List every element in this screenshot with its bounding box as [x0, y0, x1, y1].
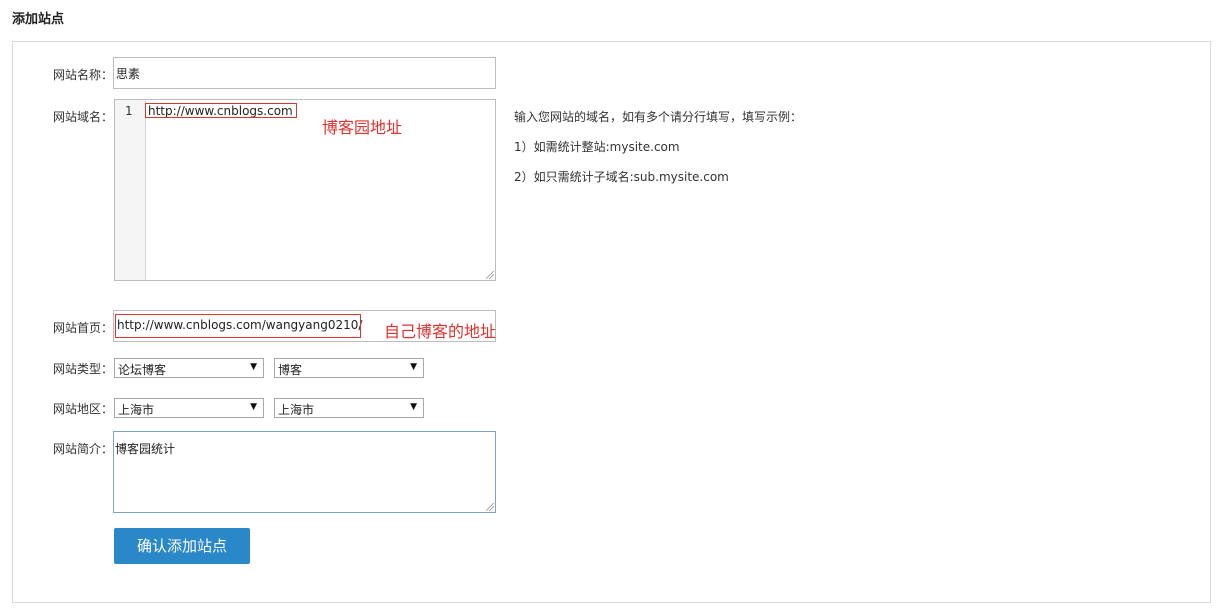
submit-add-site-button[interactable]: 确认添加站点: [114, 528, 250, 564]
site-type-primary-value: 论坛博客: [118, 363, 167, 377]
resize-grip-icon[interactable]: [486, 271, 494, 279]
site-type-secondary-value: 博客: [278, 363, 303, 377]
city-value: 上海市: [278, 403, 315, 417]
caret-down-icon: ▼: [250, 402, 257, 412]
site-name-label: 网站名称：: [53, 68, 114, 82]
line-number-gutter: 1: [115, 100, 146, 280]
caret-down-icon: ▼: [410, 402, 417, 412]
site-intro-value: 博客园统计: [115, 442, 176, 456]
resize-grip-icon[interactable]: [486, 503, 494, 511]
province-select[interactable]: 上海市 ▼: [114, 398, 264, 418]
caret-down-icon: ▼: [250, 362, 257, 372]
site-type-primary-select[interactable]: 论坛博客 ▼: [114, 358, 264, 378]
site-type-label: 网站类型：: [53, 362, 114, 376]
site-region-label: 网站地区：: [53, 402, 114, 416]
homepage-highlight-box: [115, 314, 361, 338]
site-name-input[interactable]: 思素: [113, 57, 496, 89]
page-title: 添加站点: [12, 12, 65, 27]
city-select[interactable]: 上海市 ▼: [274, 398, 424, 418]
site-intro-label: 网站简介：: [53, 442, 114, 456]
domain-annotation: 博客园地址: [322, 118, 403, 137]
domain-help-example-1: 1）如需统计整站:mysite.com: [514, 140, 680, 154]
province-value: 上海市: [118, 403, 155, 417]
domain-help-intro: 输入您网站的域名，如有多个请分行填写，填写示例：: [514, 110, 803, 124]
domain-help-example-2: 2）如只需统计子域名:sub.mysite.com: [514, 170, 729, 184]
site-intro-textarea[interactable]: 博客园统计: [113, 431, 496, 513]
caret-down-icon: ▼: [410, 362, 417, 372]
site-domain-editor[interactable]: 1 http://www.cnblogs.com: [114, 99, 496, 281]
site-domain-label: 网站域名：: [53, 110, 114, 124]
line-number: 1: [125, 104, 133, 118]
site-type-secondary-select[interactable]: 博客 ▼: [274, 358, 424, 378]
homepage-annotation: 自己博客的地址: [384, 322, 497, 341]
homepage-label: 网站首页：: [53, 321, 114, 335]
domain-highlight-box: [145, 103, 297, 118]
